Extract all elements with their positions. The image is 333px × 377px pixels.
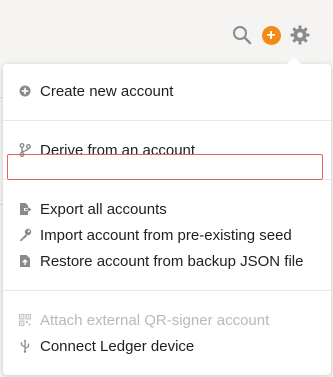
settings-gear-icon[interactable] bbox=[289, 24, 311, 46]
menu-item-export-all-accounts[interactable]: Export all accounts bbox=[18, 197, 167, 221]
menu-pointer bbox=[287, 57, 301, 64]
menu-item-connect-ledger[interactable]: Connect Ledger device bbox=[18, 334, 194, 358]
file-upload-icon bbox=[18, 254, 32, 268]
usb-icon bbox=[18, 339, 32, 353]
menu-item-import-from-seed[interactable]: Import account from pre-existing seed bbox=[18, 223, 292, 247]
search-icon[interactable] bbox=[231, 24, 253, 46]
highlight-outline bbox=[7, 154, 323, 180]
menu-item-label: Create new account bbox=[40, 82, 174, 100]
menu-item-label: Restore account from backup JSON file bbox=[40, 252, 304, 270]
menu-item-label: Export all accounts bbox=[40, 200, 167, 218]
add-account-menu: Create new account Derive from an accoun… bbox=[3, 57, 331, 375]
menu-item-restore-from-json[interactable]: Restore account from backup JSON file bbox=[18, 249, 303, 273]
menu-item-label: Connect Ledger device bbox=[40, 337, 195, 355]
key-icon bbox=[18, 228, 32, 242]
add-account-button[interactable]: + bbox=[260, 24, 282, 46]
qrcode-icon bbox=[18, 313, 32, 327]
top-toolbar: + bbox=[231, 24, 311, 46]
menu-item-label: Import account from pre-existing seed bbox=[40, 226, 292, 244]
plus-circle-icon: + bbox=[261, 25, 281, 45]
menu-item-create-new-account[interactable]: Create new account bbox=[18, 79, 173, 103]
menu-divider bbox=[3, 120, 331, 121]
plus-circle-icon bbox=[18, 84, 32, 98]
menu-divider bbox=[3, 290, 331, 291]
menu-item-label: Attach external QR-signer account bbox=[40, 311, 270, 329]
menu-item-attach-qr-signer[interactable]: Attach external QR-signer account bbox=[18, 308, 269, 332]
file-export-icon bbox=[18, 202, 32, 216]
